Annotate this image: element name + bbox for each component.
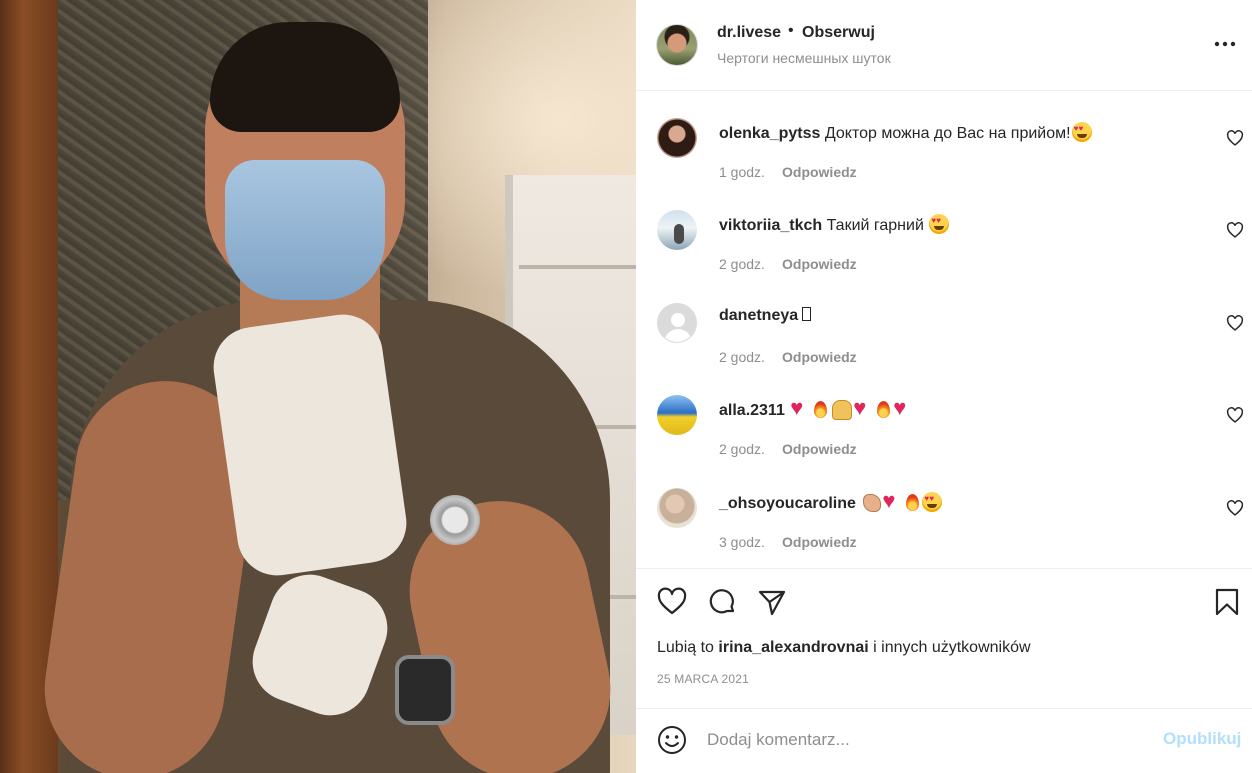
stethoscope (430, 495, 480, 545)
comment-bubble-icon[interactable] (706, 586, 738, 618)
post-actions: Lubią to irina_alexandrovnai i innych uż… (636, 568, 1252, 708)
post-date[interactable]: 25 MARCA 2021 (657, 672, 749, 686)
red-heart-emoji (790, 395, 810, 421)
comment-text: alla.2311 (719, 395, 913, 421)
commenter-username[interactable]: alla.2311 (719, 402, 785, 419)
reply-button[interactable]: Odpowiedz (782, 164, 857, 180)
comment-like-icon[interactable] (1226, 407, 1244, 423)
comment-like-icon[interactable] (1226, 315, 1244, 331)
comment-item: _ohsoyoucaroline 3 godz. Odpowiedz (636, 461, 1252, 553)
heart-eyes-emoji (922, 492, 943, 512)
likes-prefix: Lubią to (657, 639, 714, 656)
comment-item: danetneya 2 godz. Odpowiedz (636, 276, 1252, 368)
comment-time: 2 godz. (719, 441, 765, 457)
author-avatar[interactable] (656, 24, 698, 66)
separator-dot: • (788, 22, 794, 39)
post-photo[interactable] (0, 0, 636, 773)
audio-subtitle[interactable]: Чертоги несмешных шуток (717, 50, 891, 66)
commenter-avatar[interactable] (657, 395, 697, 435)
follow-button[interactable]: Obserwuj (802, 24, 875, 42)
red-heart-emoji (893, 395, 913, 421)
commenter-avatar[interactable] (657, 210, 697, 250)
comment-time: 3 godz. (719, 534, 765, 550)
post-details-panel: dr.livese • Obserwuj Чертоги несмешных ш… (636, 0, 1252, 773)
commenter-avatar[interactable] (657, 488, 697, 528)
red-heart-emoji (853, 395, 873, 421)
comment-item: olenka_pytss Доктор можна до Вас на прий… (636, 91, 1252, 183)
emoji-smiley-icon[interactable] (656, 724, 688, 756)
comment-time: 2 godz. (719, 349, 765, 365)
like-heart-icon[interactable] (656, 586, 688, 618)
glove (208, 309, 412, 581)
save-bookmark-icon[interactable] (1211, 586, 1243, 618)
fire-emoji (903, 492, 921, 512)
reply-button[interactable]: Odpowiedz (782, 349, 857, 365)
likes-suffix[interactable]: i innych użytkowników (873, 639, 1030, 656)
red-heart-emoji (882, 488, 902, 514)
unrendered-glyph-icon (802, 307, 812, 321)
commenter-username[interactable]: danetneya (719, 307, 798, 324)
comment-text: danetneya (719, 307, 812, 325)
add-comment-bar: Opublikuj (636, 708, 1252, 773)
share-paper-plane-icon[interactable] (756, 586, 788, 618)
likes-summary[interactable]: Lubią to irina_alexandrovnai i innych uż… (657, 639, 1031, 657)
comment-like-icon[interactable] (1226, 500, 1244, 516)
heart-eyes-emoji (929, 214, 950, 234)
comment-time: 2 godz. (719, 256, 765, 272)
reply-button[interactable]: Odpowiedz (782, 256, 857, 272)
fire-emoji (874, 399, 892, 419)
comment-like-icon[interactable] (1226, 222, 1244, 238)
comment-item: alla.2311 2 godz. Odpowiedz (636, 368, 1252, 460)
publish-button[interactable]: Opublikuj (1163, 729, 1241, 749)
comment-text: viktoriia_tkch Такий гарний (719, 214, 950, 235)
comments-list[interactable]: olenka_pytss Доктор можна до Вас на прий… (636, 91, 1252, 568)
reply-button[interactable]: Odpowiedz (782, 534, 857, 550)
comment-time: 1 godz. (719, 164, 765, 180)
commenter-avatar[interactable] (657, 118, 697, 158)
more-options-icon[interactable] (1212, 34, 1238, 54)
clapping-hands-emoji (861, 492, 882, 512)
add-comment-input[interactable] (707, 727, 1147, 753)
comment-body: Доктор можна до Вас на прийом! (824, 125, 1071, 142)
heart-eyes-emoji (1071, 122, 1092, 142)
fire-emoji (811, 399, 829, 419)
comment-text: olenka_pytss Доктор можна до Вас на прий… (719, 122, 1092, 143)
comment-text: _ohsoyoucaroline (719, 488, 943, 514)
reply-button[interactable]: Odpowiedz (782, 441, 857, 457)
raised-hands-emoji (830, 399, 853, 420)
default-avatar-icon[interactable] (657, 303, 697, 343)
comment-like-icon[interactable] (1226, 130, 1244, 146)
comment-body: Такий гарний (826, 217, 924, 234)
post-header: dr.livese • Obserwuj Чертоги несмешных ш… (636, 0, 1252, 91)
commenter-username[interactable]: olenka_pytss (719, 125, 820, 142)
wristwatch (395, 655, 455, 725)
liker-username[interactable]: irina_alexandrovnai (718, 639, 868, 656)
author-username[interactable]: dr.livese (717, 24, 781, 42)
commenter-username[interactable]: _ohsoyoucaroline (719, 495, 856, 512)
comment-item: viktoriia_tkch Такий гарний 2 godz. Odpo… (636, 183, 1252, 275)
commenter-username[interactable]: viktoriia_tkch (719, 217, 822, 234)
face-mask (225, 160, 385, 300)
